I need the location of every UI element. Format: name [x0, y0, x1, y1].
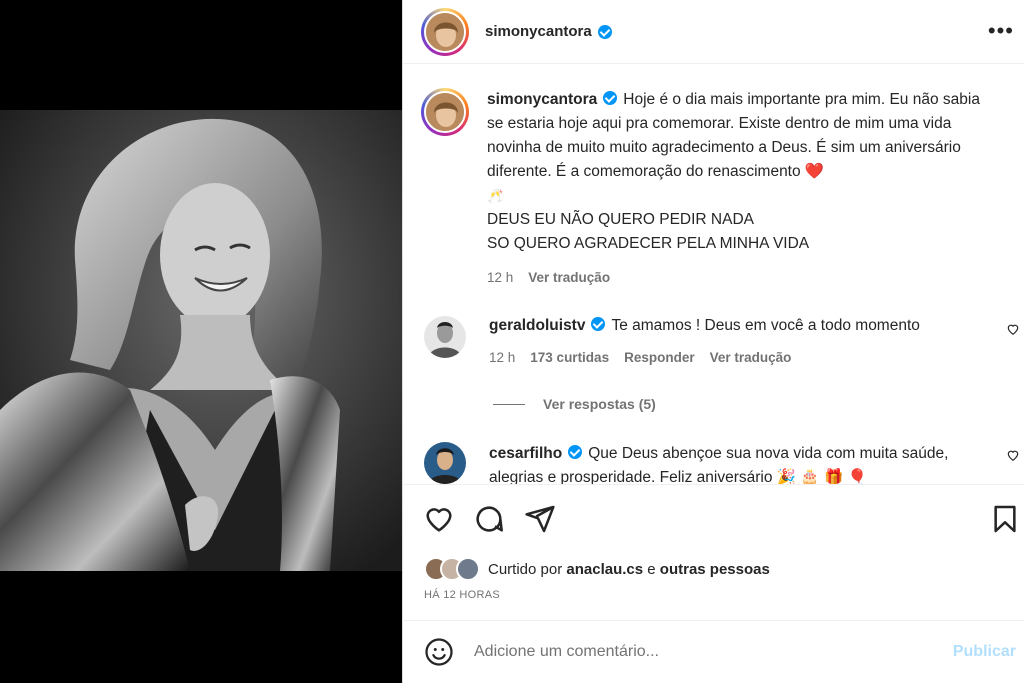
- comments-section[interactable]: simonycantora Hoje é o dia mais important…: [403, 64, 1024, 485]
- liked-by-user[interactable]: anaclau.cs: [566, 561, 643, 578]
- comment-translate-link[interactable]: Ver tradução: [710, 346, 792, 370]
- liked-by[interactable]: Curtido por anaclau.cs e outras pessoas: [424, 557, 770, 581]
- commenter-avatar[interactable]: [424, 316, 466, 358]
- comment-time[interactable]: 12 h: [489, 346, 515, 370]
- commenter-username[interactable]: geraldoluistv: [489, 317, 585, 334]
- commenter-username[interactable]: cesarfilho: [489, 445, 562, 462]
- caption-translate-link[interactable]: Ver tradução: [528, 266, 610, 290]
- caption: simonycantora Hoje é o dia mais important…: [403, 88, 1024, 290]
- commenter-avatar[interactable]: [424, 442, 466, 484]
- verified-icon: [591, 317, 606, 331]
- comment-text: Te amamos ! Deus em você a todo momento: [611, 317, 920, 334]
- comment-item: geraldoluistv Te amamos ! Deus em você a …: [403, 314, 1024, 370]
- avatar: [456, 557, 480, 581]
- share-icon[interactable]: [524, 503, 556, 535]
- caption-line3: SO QUERO AGRADECER PELA MINHA VIDA: [487, 235, 810, 252]
- caption-line2: DEUS EU NÃO QUERO PEDIR NADA: [487, 211, 754, 228]
- liked-by-prefix: Curtido por: [488, 560, 563, 578]
- comment-icon[interactable]: [473, 503, 505, 535]
- comment-item: cesarfilho Que Deus abençoe sua nova vida…: [403, 442, 1024, 484]
- bookmark-icon[interactable]: [989, 503, 1021, 535]
- caption-username[interactable]: simonycantora: [487, 91, 597, 108]
- caption-emoji: 🥂: [487, 188, 504, 203]
- verified-icon: [568, 445, 583, 459]
- verified-icon: [597, 24, 612, 39]
- reply-button[interactable]: Responder: [624, 346, 695, 370]
- comment-likes[interactable]: 173 curtidas: [530, 346, 609, 370]
- comment-heart-icon[interactable]: [1006, 448, 1020, 462]
- liked-by-conjunction: e: [647, 560, 656, 578]
- caption-time[interactable]: 12 h: [487, 266, 513, 290]
- view-replies-button[interactable]: Ver respostas (5): [493, 396, 1024, 412]
- verified-icon: [603, 91, 618, 105]
- author-avatar[interactable]: [421, 7, 469, 56]
- comment-input[interactable]: [474, 643, 914, 661]
- heart-icon[interactable]: [423, 503, 455, 535]
- more-icon[interactable]: •••: [988, 18, 1014, 44]
- post-header: simonycantora •••: [403, 0, 1024, 64]
- liker-avatars[interactable]: [424, 557, 480, 581]
- liked-by-others[interactable]: outras pessoas: [660, 561, 770, 578]
- caption-avatar[interactable]: [421, 88, 469, 136]
- post-media[interactable]: [0, 0, 402, 683]
- comment-form: Publicar: [402, 620, 1024, 683]
- view-replies-label: Ver respostas (5): [543, 396, 656, 412]
- publish-button[interactable]: Publicar: [953, 643, 1016, 661]
- post-photo: [0, 110, 402, 571]
- emoji-icon[interactable]: [424, 637, 454, 667]
- comment-heart-icon[interactable]: [1006, 322, 1020, 336]
- author-username[interactable]: simonycantora: [485, 23, 592, 40]
- post-timestamp[interactable]: HÁ 12 HORAS: [424, 589, 500, 601]
- replies-divider: [493, 403, 525, 405]
